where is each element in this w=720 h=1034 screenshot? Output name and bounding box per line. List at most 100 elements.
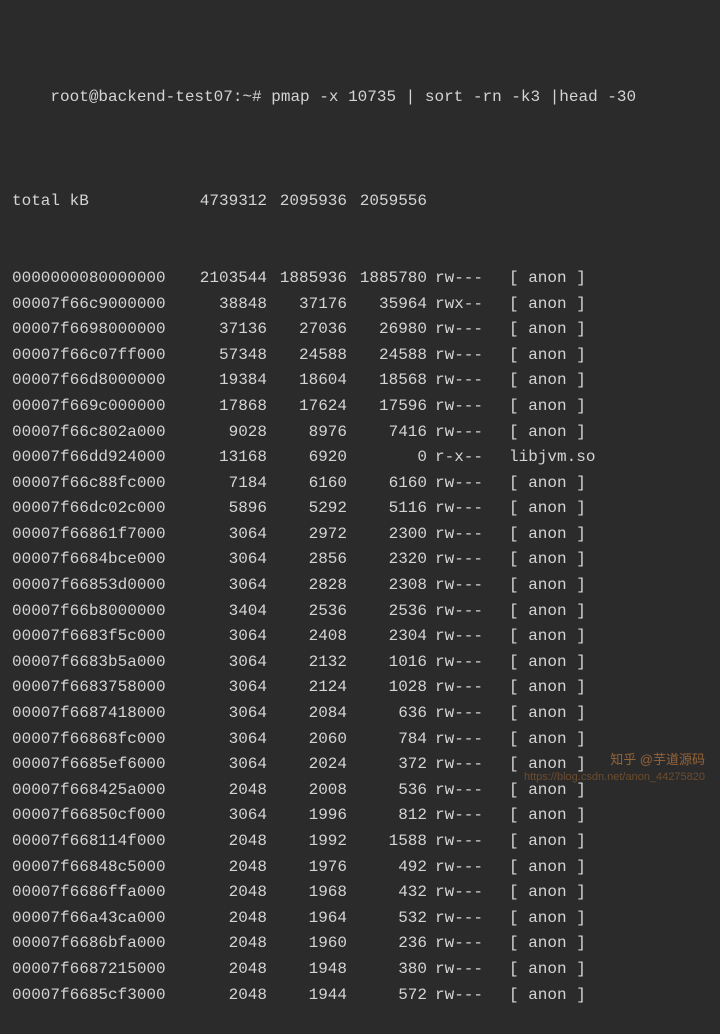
memory-row: 00007f668721500020481948380rw---[ anon ]	[12, 957, 708, 983]
address-cell: 00007f66853d0000	[12, 573, 187, 599]
kbytes-cell: 5896	[187, 496, 267, 522]
rss-cell: 2084	[267, 701, 347, 727]
dirty-cell: 7416	[347, 420, 427, 446]
address-cell: 00007f66dd924000	[12, 445, 187, 471]
mapping-cell: [ anon ]	[487, 599, 586, 625]
rss-cell: 24588	[267, 343, 347, 369]
mode-cell: rw---	[427, 599, 487, 625]
memory-row: 00007f66dd9240001316869200r-x--libjvm.so	[12, 445, 708, 471]
rss-cell: 2008	[267, 778, 347, 804]
dirty-cell: 236	[347, 931, 427, 957]
kbytes-cell: 2048	[187, 983, 267, 1009]
kbytes-cell: 3064	[187, 803, 267, 829]
total-label: total kB	[12, 189, 187, 215]
mapping-cell: [ anon ]	[487, 931, 586, 957]
mode-cell: rw---	[427, 471, 487, 497]
mapping-cell: [ anon ]	[487, 547, 586, 573]
mapping-cell: [ anon ]	[487, 471, 586, 497]
rss-cell: 1885936	[267, 266, 347, 292]
rss-cell: 2972	[267, 522, 347, 548]
address-cell: 00007f6685cf3000	[12, 983, 187, 1009]
memory-map-rows: 0000000080000000210354418859361885780rw-…	[12, 266, 708, 1008]
dirty-cell: 35964	[347, 292, 427, 318]
dirty-cell: 6160	[347, 471, 427, 497]
address-cell: 00007f66868fc000	[12, 727, 187, 753]
kbytes-cell: 2048	[187, 829, 267, 855]
dirty-cell: 1016	[347, 650, 427, 676]
mode-cell: rw---	[427, 957, 487, 983]
address-cell: 00007f66d8000000	[12, 368, 187, 394]
memory-row: 00007f6683b5a000306421321016rw---[ anon …	[12, 650, 708, 676]
rss-cell: 2408	[267, 624, 347, 650]
kbytes-cell: 9028	[187, 420, 267, 446]
memory-row: 00007f6683758000306421241028rw---[ anon …	[12, 675, 708, 701]
address-cell: 00007f66850cf000	[12, 803, 187, 829]
kbytes-cell: 3064	[187, 624, 267, 650]
mode-cell: rw---	[427, 317, 487, 343]
memory-row: 00007f66dc02c000589652925116rw---[ anon …	[12, 496, 708, 522]
kbytes-cell: 3064	[187, 752, 267, 778]
kbytes-cell: 3064	[187, 701, 267, 727]
memory-row: 00007f66b8000000340425362536rw---[ anon …	[12, 599, 708, 625]
memory-row: 0000000080000000210354418859361885780rw-…	[12, 266, 708, 292]
address-cell: 00007f66b8000000	[12, 599, 187, 625]
memory-row: 00007f66853d0000306428282308rw---[ anon …	[12, 573, 708, 599]
mapping-cell: [ anon ]	[487, 727, 586, 753]
mapping-cell: [ anon ]	[487, 675, 586, 701]
mapping-cell: [ anon ]	[487, 394, 586, 420]
kbytes-cell: 2048	[187, 957, 267, 983]
address-cell: 00007f6698000000	[12, 317, 187, 343]
address-cell: 00007f6687418000	[12, 701, 187, 727]
rss-cell: 1944	[267, 983, 347, 1009]
rss-cell: 17624	[267, 394, 347, 420]
address-cell: 00007f66848c5000	[12, 855, 187, 881]
dirty-cell: 24588	[347, 343, 427, 369]
address-cell: 00007f6687215000	[12, 957, 187, 983]
address-cell: 00007f66c802a000	[12, 420, 187, 446]
memory-row: 00007f66868fc00030642060784rw---[ anon ]	[12, 727, 708, 753]
address-cell: 0000000080000000	[12, 266, 187, 292]
mapping-cell: [ anon ]	[487, 624, 586, 650]
dirty-cell: 636	[347, 701, 427, 727]
memory-row: 00007f6683f5c000306424082304rw---[ anon …	[12, 624, 708, 650]
mapping-cell: [ anon ]	[487, 880, 586, 906]
rss-cell: 1996	[267, 803, 347, 829]
mode-cell: r-x--	[427, 445, 487, 471]
dirty-cell: 432	[347, 880, 427, 906]
address-cell: 00007f6686bfa000	[12, 931, 187, 957]
dirty-cell: 2308	[347, 573, 427, 599]
kbytes-cell: 13168	[187, 445, 267, 471]
mode-cell: rw---	[427, 368, 487, 394]
mapping-cell: [ anon ]	[487, 906, 586, 932]
kbytes-cell: 3064	[187, 650, 267, 676]
mode-cell: rw---	[427, 394, 487, 420]
mode-cell: rw---	[427, 650, 487, 676]
mapping-cell: [ anon ]	[487, 317, 586, 343]
mapping-cell: [ anon ]	[487, 496, 586, 522]
shell-prompt: root@backend-test07:~#	[50, 88, 261, 106]
mode-cell: rw---	[427, 266, 487, 292]
mode-cell: rw---	[427, 880, 487, 906]
dirty-cell: 380	[347, 957, 427, 983]
mode-cell: rw---	[427, 829, 487, 855]
address-cell: 00007f66c07ff000	[12, 343, 187, 369]
dirty-cell: 18568	[347, 368, 427, 394]
rss-cell: 18604	[267, 368, 347, 394]
kbytes-cell: 37136	[187, 317, 267, 343]
dirty-cell: 17596	[347, 394, 427, 420]
mapping-cell: [ anon ]	[487, 803, 586, 829]
mode-cell: rw---	[427, 803, 487, 829]
dirty-cell: 784	[347, 727, 427, 753]
mode-cell: rw---	[427, 675, 487, 701]
memory-row: 00007f66c9000000388483717635964rwx--[ an…	[12, 292, 708, 318]
kbytes-cell: 17868	[187, 394, 267, 420]
dirty-cell: 0	[347, 445, 427, 471]
mode-cell: rw---	[427, 522, 487, 548]
dirty-cell: 372	[347, 752, 427, 778]
mode-cell: rw---	[427, 855, 487, 881]
rss-cell: 6160	[267, 471, 347, 497]
kbytes-cell: 2048	[187, 931, 267, 957]
mode-cell: rw---	[427, 906, 487, 932]
mapping-cell: [ anon ]	[487, 368, 586, 394]
dirty-cell: 572	[347, 983, 427, 1009]
